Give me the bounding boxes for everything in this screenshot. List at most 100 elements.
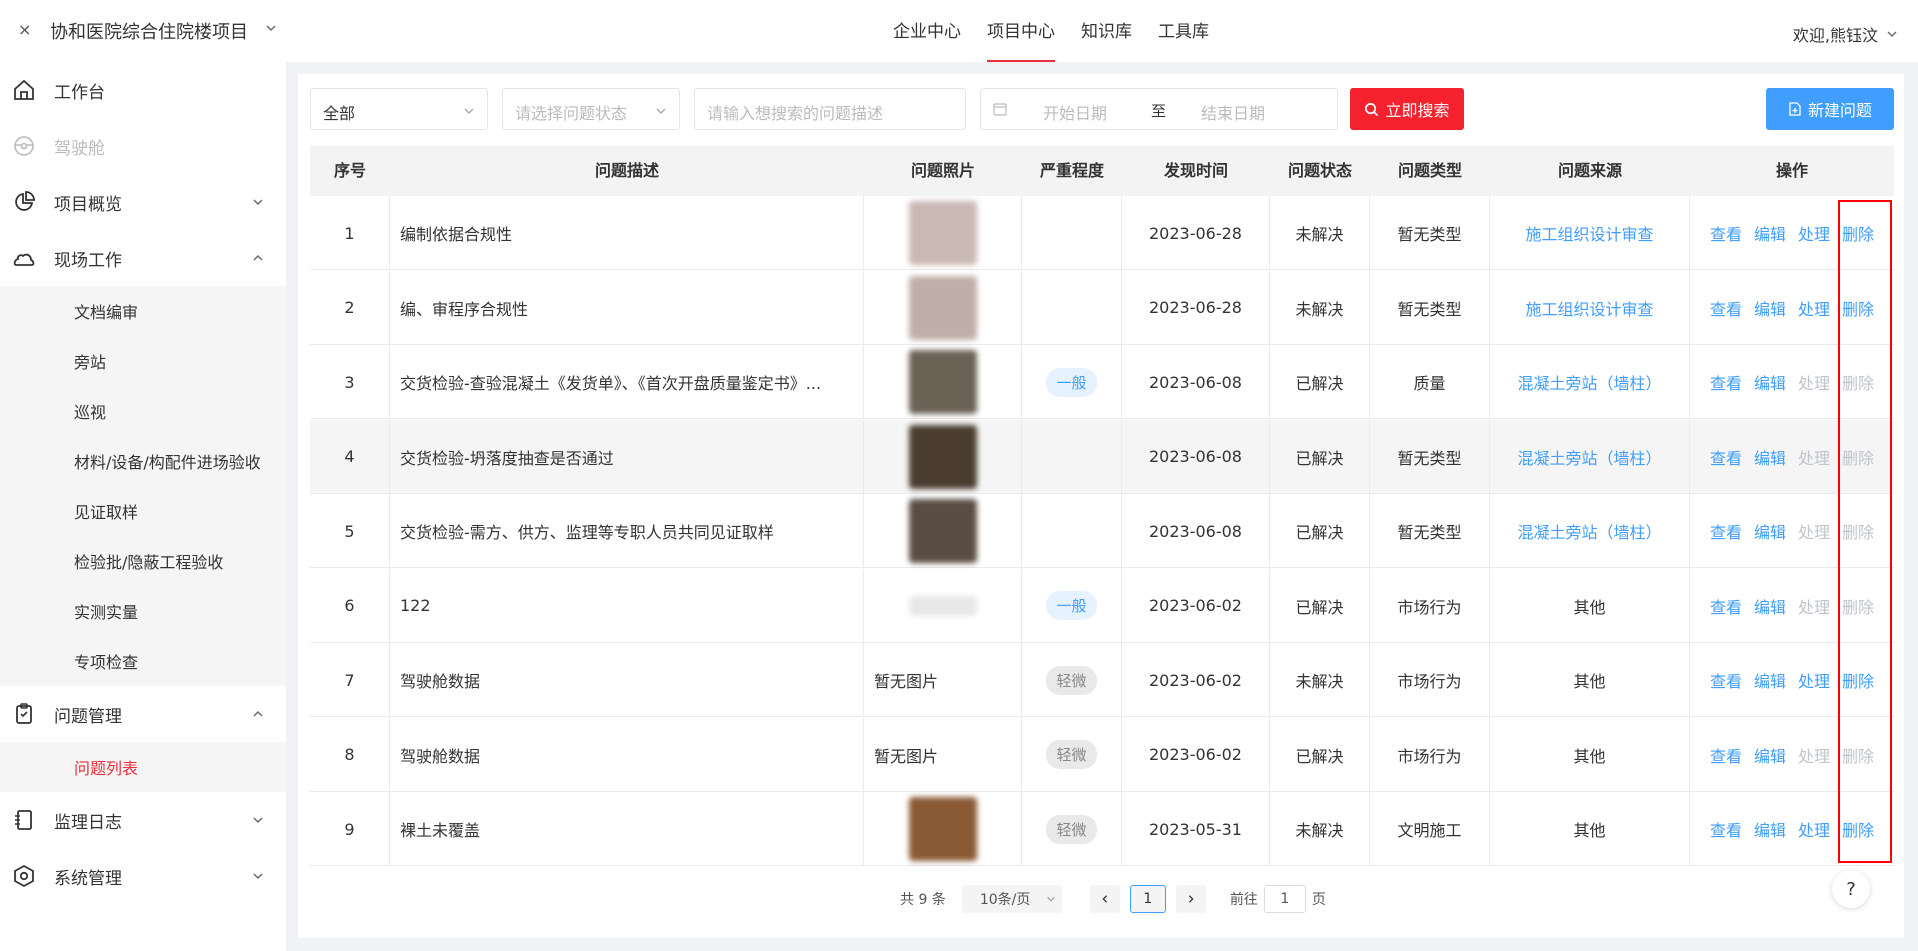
calendar-icon <box>993 103 1007 116</box>
edit-link[interactable]: 编辑 <box>1754 370 1786 394</box>
issue-description: 交货检验-坍落度抽查是否通过 <box>400 448 614 468</box>
edit-link[interactable]: 编辑 <box>1754 519 1786 543</box>
prev-page-button[interactable] <box>1089 885 1120 913</box>
chevron-down-icon <box>253 199 263 205</box>
end-date-placeholder[interactable]: 结束日期 <box>1201 100 1265 124</box>
sidebar-subitem-issue-list[interactable]: 问题列表 <box>0 742 286 792</box>
process-link[interactable]: 处理 <box>1798 445 1830 469</box>
process-link[interactable]: 处理 <box>1798 296 1830 320</box>
process-link[interactable]: 处理 <box>1798 743 1830 767</box>
view-link[interactable]: 查看 <box>1710 221 1742 245</box>
goto-page-input[interactable]: 1 <box>1263 885 1306 913</box>
user-menu[interactable]: 欢迎,熊钰汶 <box>1793 22 1898 46</box>
nav-tool-library[interactable]: 工具库 <box>1158 0 1209 62</box>
edit-link[interactable]: 编辑 <box>1754 445 1786 469</box>
nav-project-center[interactable]: 项目中心 <box>987 0 1055 62</box>
sidebar-item-workbench[interactable]: 工作台 <box>0 62 286 118</box>
sidebar-item-system-management[interactable]: 系统管理 <box>0 848 286 904</box>
cell-found-time: 2023-06-28 <box>1122 196 1270 270</box>
help-icon[interactable]: ? <box>1832 870 1870 908</box>
source-link[interactable]: 混凝土旁站（墙柱） <box>1517 370 1661 394</box>
source-link[interactable]: 施工组织设计审查 <box>1525 221 1653 245</box>
status-select[interactable]: 请选择问题状态 <box>502 88 680 130</box>
issue-status: 已解决 <box>1295 448 1344 468</box>
process-link[interactable]: 处理 <box>1798 817 1830 841</box>
sidebar-subitem-side-station[interactable]: 旁站 <box>0 336 286 386</box>
sidebar-subitem-material-acceptance[interactable]: 材料/设备/构配件进场验收 <box>0 436 286 486</box>
pagination: 共 9 条 10条/页 1 前往 1 页 <box>900 884 1326 914</box>
sidebar-subitem-measurement[interactable]: 实测实量 <box>0 586 286 636</box>
cell-status: 已解决 <box>1270 345 1370 419</box>
issue-photo-thumbnail[interactable] <box>908 275 977 340</box>
issue-photo-thumbnail[interactable] <box>908 595 977 616</box>
source-link[interactable]: 混凝土旁站（墙柱） <box>1517 445 1661 469</box>
view-link[interactable]: 查看 <box>1710 519 1742 543</box>
nav-knowledge-base[interactable]: 知识库 <box>1081 0 1132 62</box>
source-link[interactable]: 混凝土旁站（墙柱） <box>1517 519 1661 543</box>
edit-link[interactable]: 编辑 <box>1754 743 1786 767</box>
sidebar-subitem-patrol[interactable]: 巡视 <box>0 386 286 436</box>
process-link[interactable]: 处理 <box>1798 594 1830 618</box>
view-link[interactable]: 查看 <box>1710 594 1742 618</box>
view-link[interactable]: 查看 <box>1710 445 1742 469</box>
table-row: 6 122 一般 2023-06-02 已解决 市场行为 其他 查看 编辑 处理 删除 <box>310 568 1894 643</box>
start-date-placeholder[interactable]: 开始日期 <box>1043 100 1107 124</box>
project-title[interactable]: 协和医院综合住院楼项目 <box>50 18 248 44</box>
current-page-button[interactable]: 1 <box>1129 885 1166 913</box>
view-link[interactable]: 查看 <box>1710 296 1742 320</box>
edit-link[interactable]: 编辑 <box>1754 817 1786 841</box>
page-size-select[interactable]: 10条/页 <box>961 885 1062 913</box>
cell-status: 未解决 <box>1270 270 1370 345</box>
scope-select[interactable]: 全部 <box>310 88 488 130</box>
issue-photo-thumbnail[interactable] <box>908 499 977 563</box>
issue-photo-thumbnail[interactable] <box>908 350 977 414</box>
edit-link[interactable]: 编辑 <box>1754 668 1786 692</box>
sidebar-subitem-label: 检验批/隐蔽工程验收 <box>74 553 224 572</box>
cell-photo: 暂无图片 <box>864 717 1022 792</box>
chevron-down-icon <box>1047 896 1055 902</box>
sidebar-subitem-witness-sampling[interactable]: 见证取样 <box>0 486 286 536</box>
process-link[interactable]: 处理 <box>1798 668 1830 692</box>
next-page-button[interactable] <box>1175 885 1206 913</box>
chevron-down-icon <box>1887 31 1897 37</box>
issue-photo-thumbnail[interactable] <box>908 424 977 489</box>
issue-photo-thumbnail[interactable] <box>908 201 977 265</box>
view-link[interactable]: 查看 <box>1710 743 1742 767</box>
description-search-input[interactable]: 请输入想搜索的问题描述 <box>694 88 966 130</box>
sidebar-item-overview[interactable]: 项目概览 <box>0 174 286 230</box>
new-issue-button-label: 新建问题 <box>1807 101 1872 120</box>
view-link[interactable]: 查看 <box>1710 668 1742 692</box>
search-button[interactable]: 立即搜索 <box>1350 88 1464 130</box>
severity-badge: 一般 <box>1046 591 1097 620</box>
cell-found-time: 2023-06-28 <box>1122 270 1270 345</box>
close-project-icon[interactable]: × <box>18 20 31 39</box>
highlight-box <box>1838 200 1892 863</box>
edit-link[interactable]: 编辑 <box>1754 594 1786 618</box>
cell-source: 施工组织设计审查 <box>1490 270 1690 345</box>
source-link[interactable]: 施工组织设计审查 <box>1525 296 1653 320</box>
cell-found-time: 2023-06-08 <box>1122 345 1270 419</box>
sidebar-item-supervision-log[interactable]: 监理日志 <box>0 792 286 848</box>
edit-link[interactable]: 编辑 <box>1754 221 1786 245</box>
sidebar-item-cockpit[interactable]: 驾驶舱 <box>0 118 286 174</box>
cell-photo <box>864 568 1022 643</box>
page-size-value: 10条/页 <box>979 892 1031 908</box>
issue-photo-thumbnail[interactable] <box>908 797 977 861</box>
new-issue-button[interactable]: 新建问题 <box>1766 88 1894 130</box>
sidebar-item-field-work[interactable]: 现场工作 <box>0 230 286 286</box>
edit-link[interactable]: 编辑 <box>1754 296 1786 320</box>
nav-enterprise-center[interactable]: 企业中心 <box>893 0 961 62</box>
view-link[interactable]: 查看 <box>1710 817 1742 841</box>
sidebar-item-issue-management[interactable]: 问题管理 <box>0 686 286 742</box>
view-link[interactable]: 查看 <box>1710 370 1742 394</box>
chevron-down-icon[interactable] <box>265 22 277 34</box>
process-link[interactable]: 处理 <box>1798 370 1830 394</box>
clipboard-icon <box>16 703 32 724</box>
cell-type: 市场行为 <box>1370 717 1490 792</box>
sidebar-subitem-inspection-lot[interactable]: 检验批/隐蔽工程验收 <box>0 536 286 586</box>
sidebar-subitem-special-inspection[interactable]: 专项检查 <box>0 636 286 686</box>
sidebar-subitem-doc-review[interactable]: 文档编审 <box>0 286 286 336</box>
date-range-picker[interactable]: 开始日期 至 结束日期 <box>980 88 1338 130</box>
process-link[interactable]: 处理 <box>1798 221 1830 245</box>
process-link[interactable]: 处理 <box>1798 519 1830 543</box>
